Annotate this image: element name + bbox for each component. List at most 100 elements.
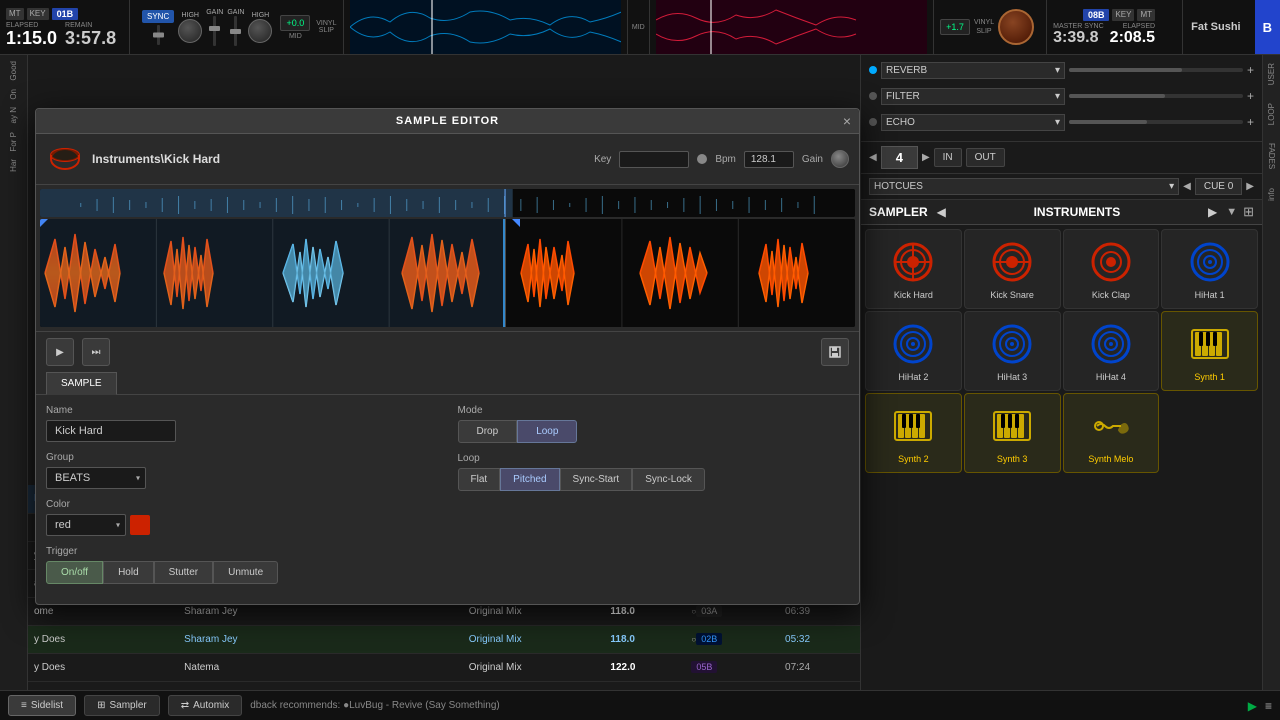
deck-right: 08B KEY MT MASTER SYNC 3:39.8 ELAPSED 2:…: [1046, 0, 1176, 54]
sampler-title: SAMPLER: [869, 205, 928, 219]
fades-tab[interactable]: FADES: [1265, 139, 1278, 173]
hihat1-icon: [1186, 238, 1234, 286]
key-input[interactable]: [619, 151, 689, 168]
hotcues-prev[interactable]: ◀: [1183, 181, 1191, 192]
instrument-synth2[interactable]: Synth 2: [865, 393, 962, 473]
echo-dot[interactable]: [869, 118, 877, 126]
sidelist-tab[interactable]: ≡ Sidelist: [8, 695, 76, 716]
play-btn[interactable]: ▶: [46, 338, 74, 366]
crossfader-knob[interactable]: [998, 9, 1034, 45]
high-knob-left[interactable]: [178, 19, 202, 43]
hotcues-select[interactable]: HOTCUES ▾: [869, 178, 1179, 195]
filter-label: FILTER: [886, 91, 920, 102]
instrument-kick-clap[interactable]: Kick Clap: [1063, 229, 1160, 309]
synth2-icon: [889, 402, 937, 450]
loop-synclock-btn[interactable]: Sync-Lock: [632, 468, 705, 491]
trigger-hold-btn[interactable]: Hold: [103, 561, 154, 584]
sampler-tab-icon: ⊞: [97, 700, 105, 711]
save-btn[interactable]: [821, 338, 849, 366]
high-knob-right[interactable]: [248, 19, 272, 43]
reverb-slider[interactable]: [1069, 68, 1243, 72]
sampler-tab[interactable]: ⊞ Sampler: [84, 695, 160, 716]
tab-sample[interactable]: SAMPLE: [46, 372, 117, 395]
modal-close-btn[interactable]: ×: [843, 114, 851, 128]
group-row: Group BEATS ▾: [46, 452, 438, 489]
transport-controls: ▶ ⏭: [36, 331, 859, 372]
instrument-hihat1[interactable]: HiHat 1: [1161, 229, 1258, 309]
loop-prev-arrow[interactable]: ◀: [869, 152, 877, 163]
loop-out-btn[interactable]: OUT: [966, 148, 1005, 167]
filter-plus[interactable]: +: [1247, 89, 1254, 103]
user-tab[interactable]: USER: [1265, 59, 1278, 89]
trigger-stutter-btn[interactable]: Stutter: [154, 561, 213, 584]
loop-pitched-btn[interactable]: Pitched: [500, 468, 559, 491]
high-label-left: HIGH: [181, 12, 199, 19]
settings-btn-bottom[interactable]: ≡: [1265, 699, 1272, 713]
loop-next-arrow[interactable]: ▶: [922, 152, 930, 163]
mode-drop-btn[interactable]: Drop: [458, 420, 518, 443]
mode-label: Mode: [458, 405, 850, 416]
instrument-kick-snare[interactable]: Kick Snare: [964, 229, 1061, 309]
hihat2-icon: [889, 320, 937, 368]
kick-snare-label: Kick Snare: [990, 290, 1034, 300]
waveform-overview-strip[interactable]: [40, 189, 855, 217]
echo-plus[interactable]: +: [1247, 115, 1254, 129]
trigger-onoff-btn[interactable]: On/off: [46, 561, 103, 584]
instrument-kick-hard[interactable]: Kick Hard: [865, 229, 962, 309]
loop-flat-btn[interactable]: Flat: [458, 468, 501, 491]
mode-loop-btn[interactable]: Loop: [517, 420, 577, 443]
loop-in-btn[interactable]: IN: [934, 148, 962, 167]
hihat4-icon: [1087, 320, 1135, 368]
filter-dot[interactable]: [869, 92, 877, 100]
sampler-filter-icon[interactable]: ▼: [1226, 206, 1237, 218]
loop-tab[interactable]: LOOP: [1265, 99, 1278, 129]
slip-label-right: SLIP: [976, 28, 991, 35]
waveform-main-display[interactable]: [40, 219, 855, 327]
instrument-synth1[interactable]: Synth 1: [1161, 311, 1258, 391]
info-tab[interactable]: info: [1265, 184, 1278, 205]
gain-knob[interactable]: [831, 150, 849, 168]
instrument-synthmelo[interactable]: Synth Melo: [1063, 393, 1160, 473]
waveform-right[interactable]: [656, 0, 927, 54]
hotcues-next[interactable]: ▶: [1246, 181, 1254, 192]
sampler-prev[interactable]: ◀: [934, 205, 949, 219]
sampler-grid-icon[interactable]: ⊞: [1243, 204, 1254, 220]
sampler-next[interactable]: ▶: [1205, 205, 1220, 219]
loop-syncstart-btn[interactable]: Sync-Start: [560, 468, 633, 491]
key-dot[interactable]: [697, 154, 707, 164]
recommendation-text: dback recommends: ●LuvBug - Revive (Say …: [250, 700, 499, 711]
deck-left-controls: SYNC HIGH GAIN GAIN HIGH +0.0 M: [136, 0, 344, 54]
instrument-hihat4[interactable]: HiHat 4: [1063, 311, 1160, 391]
bpm-input[interactable]: 128.1: [744, 151, 794, 168]
reverb-plus[interactable]: +: [1247, 63, 1254, 77]
echo-select[interactable]: ECHO ▾: [881, 114, 1065, 131]
reverb-select[interactable]: REVERB ▾: [881, 62, 1065, 79]
instrument-hihat3[interactable]: HiHat 3: [964, 311, 1061, 391]
loop-value[interactable]: 4: [881, 146, 918, 169]
next-btn[interactable]: ⏭: [82, 338, 110, 366]
right-content: REVERB ▾ + FILTER ▾ +: [861, 55, 1262, 690]
group-select[interactable]: BEATS: [46, 467, 146, 489]
automix-tab[interactable]: ⇄ Automix: [168, 695, 243, 716]
color-select[interactable]: red: [46, 514, 126, 536]
reverb-dot[interactable]: [869, 66, 877, 74]
trigger-unmute-btn[interactable]: Unmute: [213, 561, 278, 584]
sync-btn-left[interactable]: SYNC: [142, 10, 174, 23]
play-btn-bottom[interactable]: ▶: [1248, 699, 1257, 713]
sampler-tab-label: Sampler: [109, 700, 146, 711]
modal-header-info: Instruments\Kick Hard Key Bpm 128.1 Gain: [36, 134, 859, 185]
echo-slider[interactable]: [1069, 120, 1243, 124]
color-preview: [130, 515, 150, 535]
instrument-synth3[interactable]: Synth 3: [964, 393, 1061, 473]
mt-label-left: MT: [6, 8, 24, 20]
filter-select[interactable]: FILTER ▾: [881, 88, 1065, 105]
table-row[interactable]: y Does Natema Original Mix 122.0 05B 07:…: [28, 653, 860, 681]
instrument-hihat2[interactable]: HiHat 2: [865, 311, 962, 391]
high-label-right: HIGH: [252, 12, 270, 19]
group-label: Group: [46, 452, 438, 463]
name-input[interactable]: [46, 420, 176, 442]
waveform-left[interactable]: [350, 0, 621, 54]
filter-slider[interactable]: [1069, 94, 1243, 98]
synth3-label: Synth 3: [997, 454, 1028, 464]
table-row[interactable]: y Does Sharam Jey Original Mix 118.0 ○02…: [28, 625, 860, 653]
